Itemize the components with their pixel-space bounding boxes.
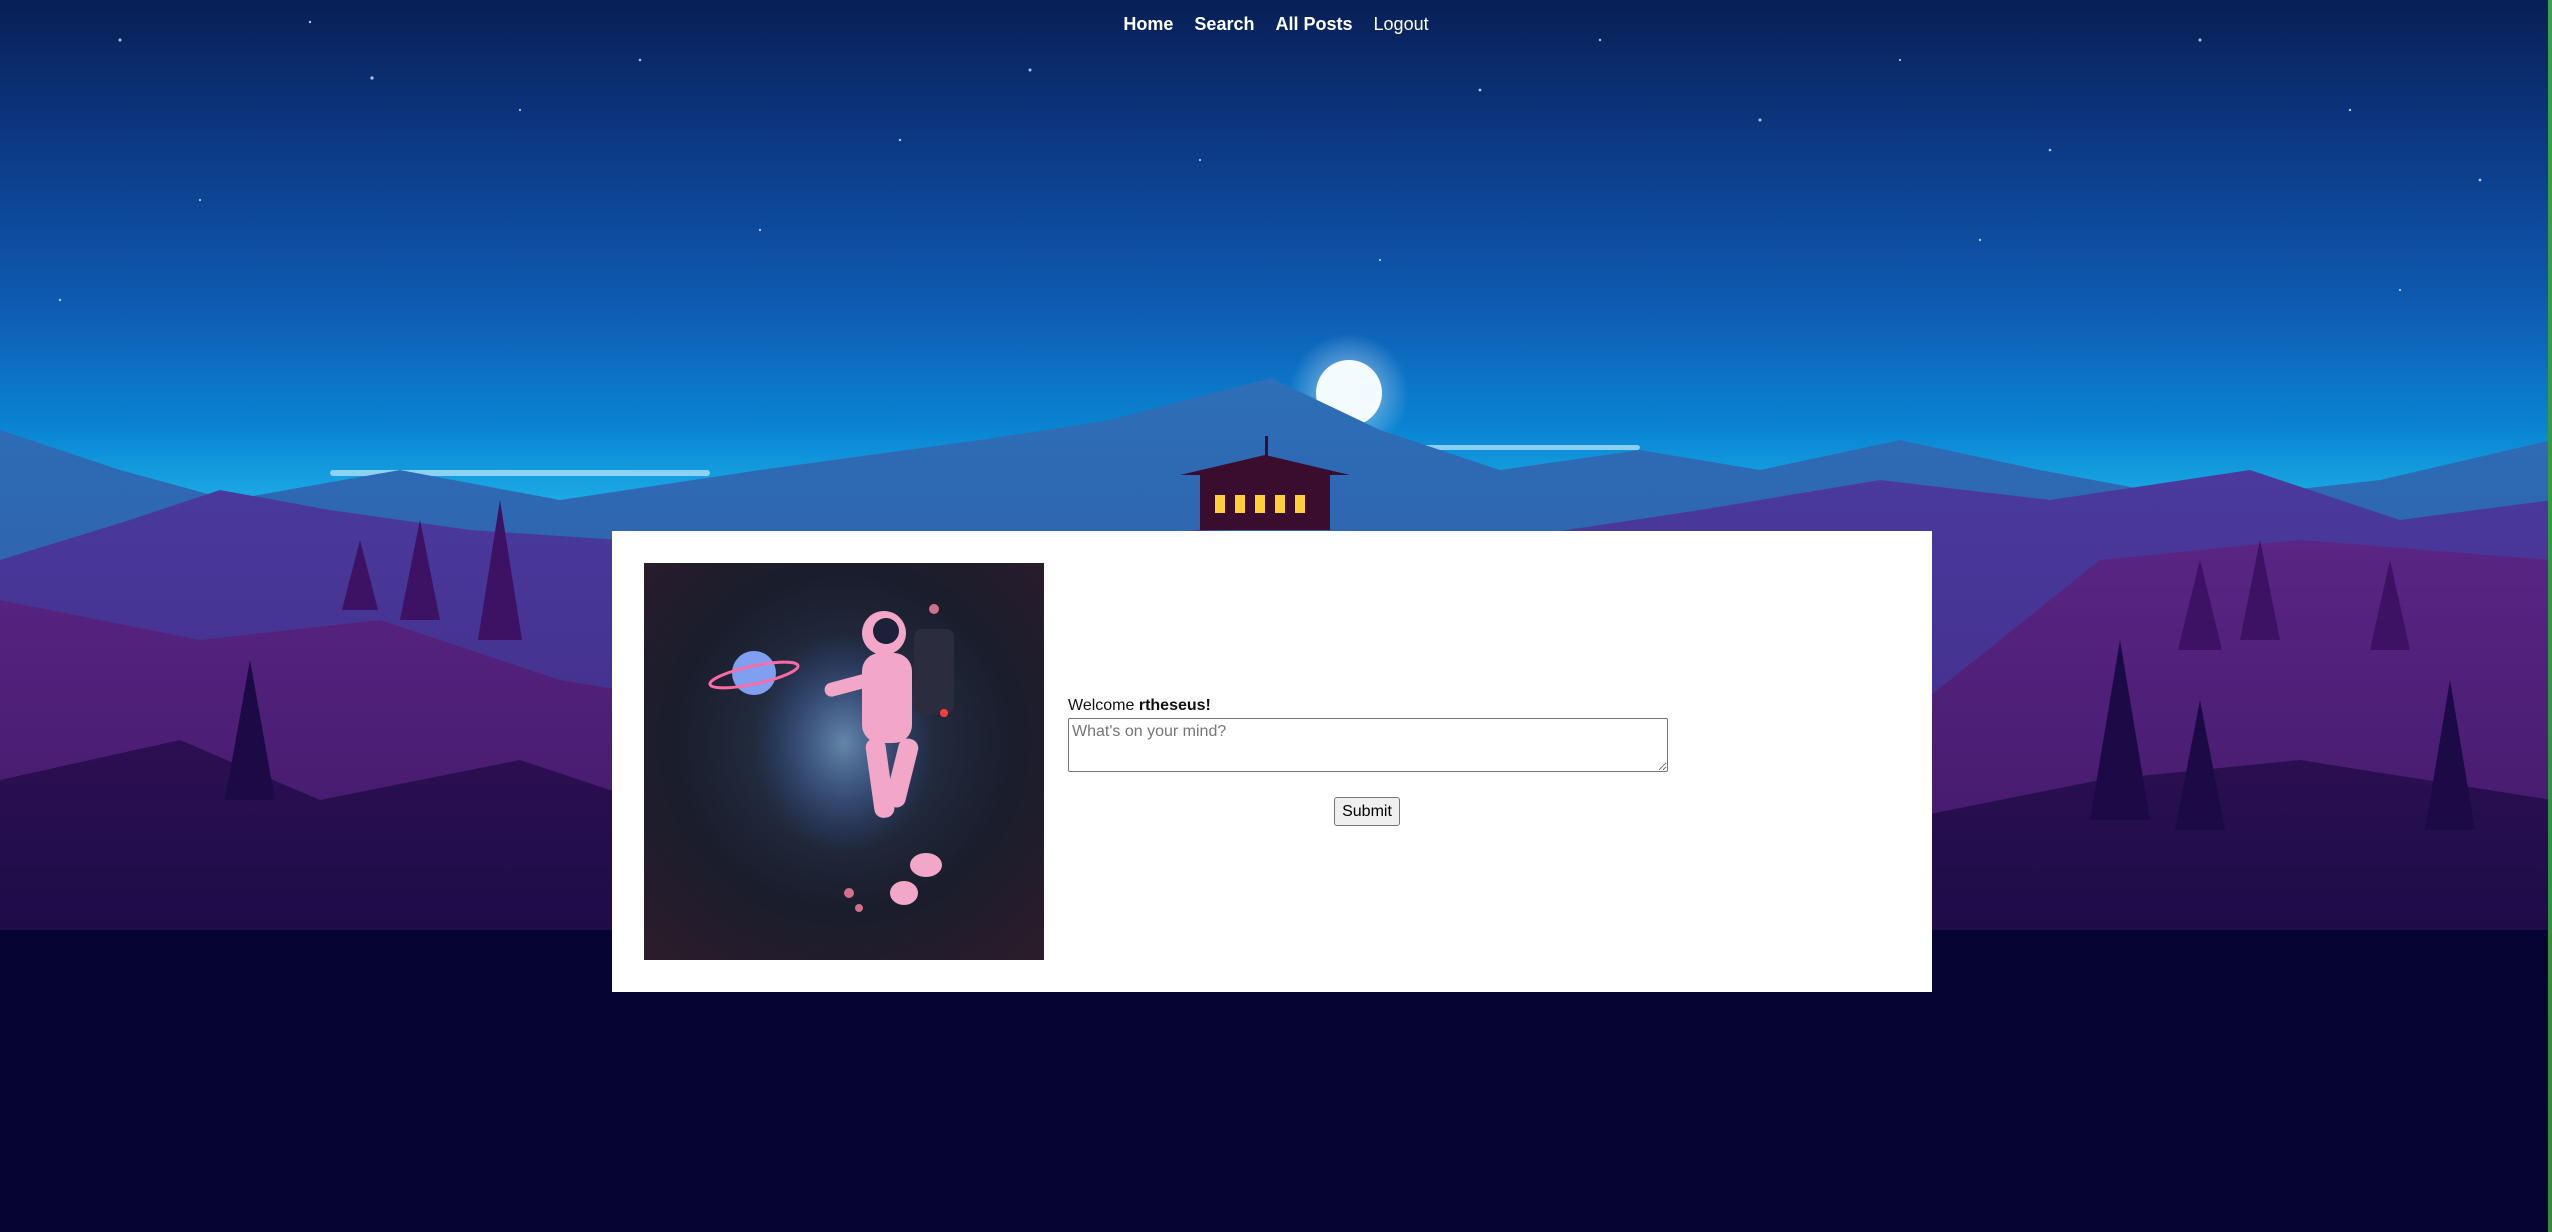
top-nav: Home Search All Posts Logout (0, 12, 2552, 36)
nav-logout-link[interactable]: Logout (1374, 14, 1429, 34)
post-textarea[interactable] (1068, 718, 1668, 772)
astronaut-image (644, 563, 1044, 960)
welcome-prefix: Welcome (1068, 697, 1139, 714)
avatar (644, 563, 1044, 960)
submit-button[interactable]: Submit (1334, 797, 1400, 826)
window-edge-strip (2548, 0, 2552, 1232)
profile-panel: Welcome rtheseus! Submit (612, 531, 1932, 992)
nav-search-link[interactable]: Search (1194, 14, 1254, 34)
page: Home Search All Posts Logout Welcome rth… (0, 0, 2552, 1232)
nav-home-link[interactable]: Home (1123, 14, 1173, 34)
welcome-username: rtheseus! (1138, 697, 1211, 714)
welcome-message: Welcome rtheseus! (1068, 697, 1211, 715)
nav-all-posts-link[interactable]: All Posts (1275, 14, 1352, 34)
